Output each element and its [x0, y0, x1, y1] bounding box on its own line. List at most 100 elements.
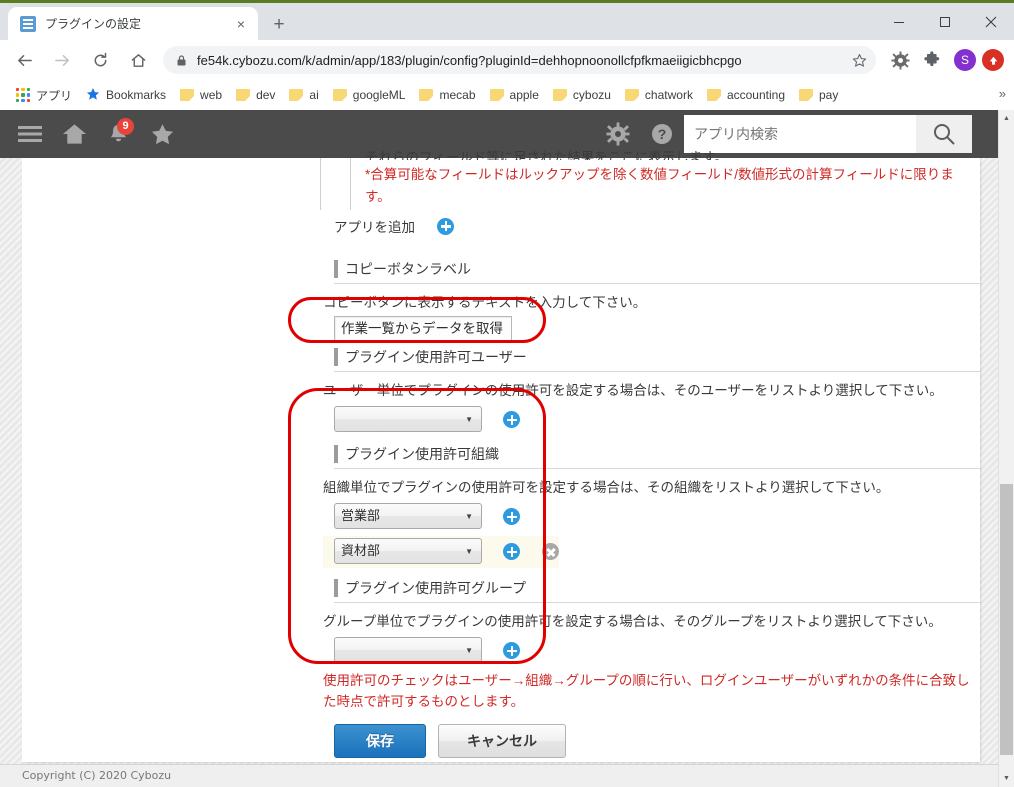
bookmark-label: googleML — [352, 88, 406, 102]
section-divider — [334, 371, 982, 372]
notification-badge: 9 — [117, 118, 134, 135]
indent-guide — [320, 158, 321, 210]
section-description: コピーボタンに表示するテキストを入力して下さい。 — [323, 295, 647, 310]
plus-icon[interactable] — [503, 543, 520, 560]
plus-icon[interactable] — [503, 508, 520, 525]
section-heading-allowed-groups: プラグイン使用許可グループ — [334, 578, 526, 598]
kintone-app-icon — [20, 15, 36, 32]
bookmark-item-mecab[interactable]: mecab — [413, 83, 481, 107]
bookmark-label: ai — [309, 88, 319, 102]
svg-text:?: ? — [658, 126, 667, 142]
folder-icon — [289, 89, 304, 101]
reload-icon[interactable] — [86, 46, 114, 74]
forward-arrow-icon[interactable] — [48, 46, 76, 74]
copy-button-label-input[interactable]: 作業一覧からデータを取得 — [334, 316, 512, 341]
bookmarks-bar: アプリ Bookmarks web dev ai googleML mecab — [0, 80, 1014, 110]
folder-icon — [624, 89, 639, 101]
bookmark-item-chatwork[interactable]: chatwork — [619, 83, 699, 107]
folder-icon — [419, 89, 434, 101]
bookmark-item-bookmarks[interactable]: Bookmarks — [80, 83, 172, 107]
bookmark-item-ai[interactable]: ai — [283, 83, 324, 107]
plus-icon[interactable] — [503, 411, 520, 428]
folder-icon — [799, 89, 813, 101]
url-text: fe54k.cybozu.com/k/admin/app/183/plugin/… — [197, 52, 742, 68]
page-scrollbar[interactable]: ▲ ▼ — [998, 110, 1014, 787]
section-heading-copy-button-label: コピーボタンラベル — [334, 259, 471, 279]
minimize-icon[interactable] — [876, 6, 922, 37]
allowed-user-select[interactable] — [334, 406, 482, 432]
scroll-down-arrow[interactable]: ▼ — [999, 770, 1014, 787]
section-divider — [334, 283, 982, 284]
bookmark-item-cybozu[interactable]: cybozu — [547, 83, 617, 107]
puzzle-piece-icon[interactable] — [919, 47, 945, 73]
indent-guide — [350, 158, 351, 210]
allowed-group-select[interactable] — [334, 637, 482, 663]
close-icon[interactable] — [968, 6, 1014, 37]
allowed-org-select[interactable]: 資材部 — [334, 538, 482, 564]
add-app-label: アプリを追加 — [334, 220, 415, 235]
maximize-icon[interactable] — [922, 6, 968, 37]
add-app-row: アプリを追加 — [334, 216, 454, 236]
star-icon[interactable] — [140, 110, 184, 158]
bell-icon[interactable]: 9 — [96, 110, 140, 158]
plus-icon[interactable] — [503, 642, 520, 659]
save-button[interactable]: 保存 — [334, 724, 426, 758]
back-arrow-icon[interactable] — [10, 46, 38, 74]
user-row — [323, 404, 559, 436]
hamburger-menu-icon[interactable] — [8, 110, 52, 158]
plugin-config-pane: それらのフィールド等に足された結果をここに表示します。 *合算可能なフィールドは… — [22, 150, 982, 762]
browser-tab[interactable]: プラグインの設定 × — [8, 7, 258, 40]
tab-strip: プラグインの設定 × + — [0, 3, 1014, 40]
avatar[interactable]: S — [954, 49, 976, 71]
bookmark-label: apple — [509, 88, 539, 102]
home-icon[interactable] — [124, 46, 152, 74]
org-row: 営業部 — [323, 501, 559, 533]
home-icon[interactable] — [52, 110, 96, 158]
scrollbar-thumb[interactable] — [1000, 484, 1013, 755]
window-controls — [876, 6, 1014, 37]
bookmark-item-dev[interactable]: dev — [230, 83, 281, 107]
bookmark-label: accounting — [726, 88, 785, 102]
bookmark-label: dev — [256, 88, 276, 102]
section-heading-allowed-users: プラグイン使用許可ユーザー — [334, 347, 527, 367]
address-bar[interactable]: fe54k.cybozu.com/k/admin/app/183/plugin/… — [163, 46, 876, 74]
section-description: ユーザー単位でプラグインの使用許可を設定する場合は、そのユーザーをリストより選択… — [323, 383, 943, 398]
tab-title: プラグインの設定 — [45, 17, 142, 31]
bookmark-item-apple[interactable]: apple — [484, 83, 545, 107]
bookmark-item-web[interactable]: web — [174, 83, 228, 107]
folder-icon — [552, 89, 567, 101]
gear-icon[interactable] — [887, 47, 913, 73]
minus-icon[interactable] — [542, 543, 559, 560]
bookmark-label: cybozu — [572, 88, 611, 102]
new-tab-button[interactable]: + — [266, 11, 292, 37]
section-heading-allowed-orgs: プラグイン使用許可組織 — [334, 444, 499, 464]
section-divider — [334, 602, 982, 603]
page-background: それらのフィールド等に足された結果をここに表示します。 *合算可能なフィールドは… — [0, 150, 998, 787]
org-row: 資材部 — [323, 536, 559, 568]
star-icon — [86, 87, 100, 104]
scroll-up-arrow[interactable]: ▲ — [999, 110, 1014, 127]
group-row — [323, 635, 559, 667]
bookmark-label: chatwork — [644, 88, 693, 102]
bookmark-label: アプリ — [36, 88, 73, 103]
truncated-note: それらのフィールド等に足された結果をここに表示します。 — [365, 150, 728, 160]
folder-icon — [236, 89, 251, 101]
page-footer: Copyright (C) 2020 Cybozu — [0, 764, 998, 787]
red-note: *合算可能なフィールドはルックアップを除く数値フィールド/数値形式の計算フィール… — [365, 167, 954, 204]
lock-icon — [175, 54, 188, 67]
folder-icon — [706, 89, 721, 101]
folder-icon — [332, 89, 347, 101]
bookmark-item-pay[interactable]: pay — [793, 83, 844, 107]
cancel-button[interactable]: キャンセル — [438, 724, 566, 758]
folder-icon — [489, 89, 504, 101]
close-icon[interactable]: × — [230, 13, 252, 35]
bookmark-item-accounting[interactable]: accounting — [701, 83, 791, 107]
bookmark-item-googleml[interactable]: googleML — [327, 83, 412, 107]
update-arrow-icon[interactable] — [982, 49, 1004, 71]
permission-warning-text: 使用許可のチェックはユーザー→組織→グループの順に行い、ログインユーザーがいずれ… — [323, 673, 970, 709]
star-outline-icon[interactable] — [846, 53, 872, 68]
plus-icon[interactable] — [437, 217, 454, 235]
bookmarks-overflow-button[interactable]: » — [999, 86, 1006, 101]
allowed-org-select[interactable]: 営業部 — [334, 503, 482, 529]
bookmark-item-apps[interactable]: アプリ — [10, 83, 78, 107]
